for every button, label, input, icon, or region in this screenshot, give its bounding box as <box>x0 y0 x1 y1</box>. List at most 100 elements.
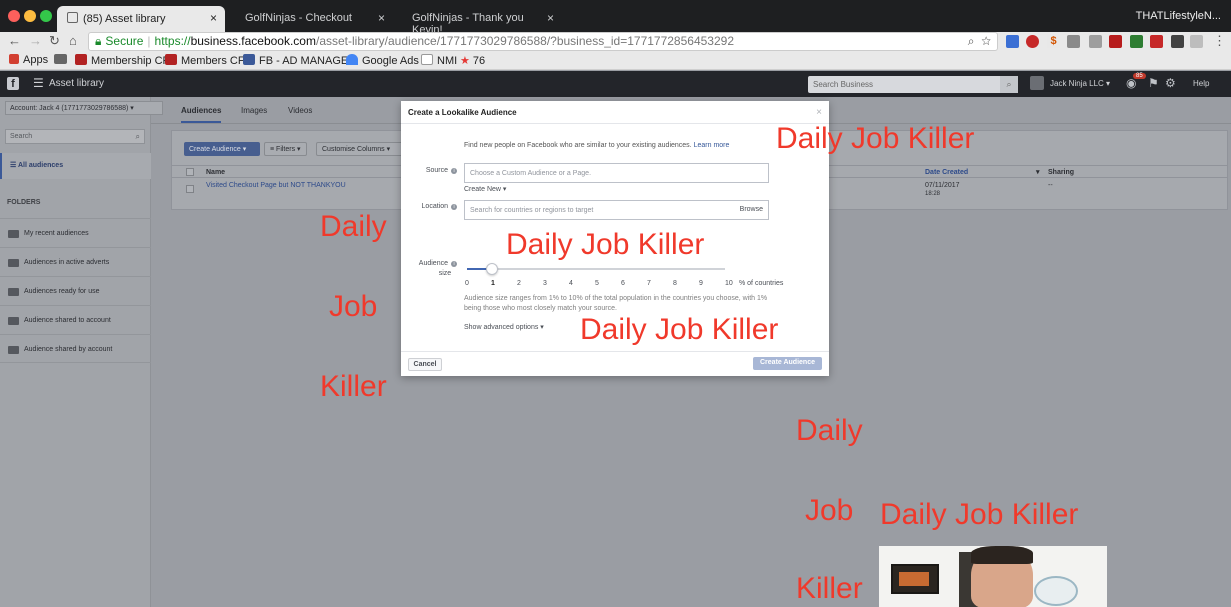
maximize-window-icon[interactable] <box>40 10 52 22</box>
sidebar-folder-shared-by[interactable]: Audience shared by account <box>0 334 151 363</box>
column-sharing[interactable]: Sharing <box>1048 169 1074 176</box>
chevron-down-icon: ▾ <box>540 324 544 331</box>
create-new-dropdown[interactable]: Create New ▾ <box>464 185 506 193</box>
bookmark-folder[interactable] <box>54 54 71 66</box>
tab-images[interactable]: Images <box>241 106 267 115</box>
bookmark-members-cf[interactable]: Members CF <box>165 54 245 67</box>
browser-tab-bar: (85) Asset library × GolfNinjas - Checko… <box>0 0 1231 36</box>
sort-icon[interactable]: ▾ <box>1036 168 1040 176</box>
business-avatar[interactable] <box>1030 76 1044 90</box>
sidebar-folder-ready[interactable]: Audiences ready for use <box>0 276 151 305</box>
extension-icon[interactable] <box>1089 35 1102 48</box>
info-icon[interactable]: i <box>451 261 457 267</box>
asset-sidebar: Account: Jack 4 (1771773029786588) ▾ Sea… <box>0 97 163 607</box>
tab-audiences[interactable]: Audiences <box>181 106 222 123</box>
bookmark-76[interactable]: ★ 76 <box>460 54 485 67</box>
list-icon: ☰ <box>10 162 17 169</box>
dollar-extension-icon[interactable]: $ <box>1047 35 1060 48</box>
extension-icon[interactable] <box>1130 35 1143 48</box>
sidebar-folder-recent[interactable]: My recent audiences <box>0 218 151 247</box>
source-input[interactable]: Choose a Custom Audience or a Page. <box>464 163 769 183</box>
tab-golfninjas-checkout[interactable]: GolfNinjas - Checkout × <box>235 6 393 32</box>
tab-asset-library[interactable]: (85) Asset library × <box>57 6 225 32</box>
zoom-icon[interactable]: ⌕ <box>968 34 975 48</box>
extension-icon[interactable] <box>1190 35 1203 48</box>
wall-picture <box>891 564 939 594</box>
close-tab-icon[interactable]: × <box>378 11 385 25</box>
column-name[interactable]: Name <box>206 169 225 176</box>
presenter-hair <box>971 546 1033 564</box>
browser-menu-icon[interactable]: ⋮ <box>1213 33 1226 49</box>
show-advanced-options-link[interactable]: Show advanced options ▾ <box>464 323 544 331</box>
row-time: 18:28 <box>925 191 941 197</box>
tab-golfninjas-thank-you[interactable]: GolfNinjas - Thank you Kevin! × <box>402 6 562 36</box>
account-selector[interactable]: Account: Jack 4 (1771773029786588) ▾ <box>5 101 163 115</box>
url-scheme: https:// <box>154 34 191 48</box>
folder-icon <box>8 259 19 267</box>
url-bar[interactable]: 🔒︎ Secure | https://business.facebook.com/a… <box>88 32 998 51</box>
audience-size-slider-handle[interactable] <box>486 263 498 275</box>
reload-icon[interactable]: ↻ <box>49 33 60 49</box>
audience-size-slider-track[interactable] <box>467 268 725 270</box>
slider-tick-label: 3 <box>543 280 547 287</box>
sidebar-item-all-audiences[interactable]: ☰ All audiences <box>0 153 151 179</box>
cancel-button[interactable]: Cancel <box>408 358 442 371</box>
folder-icon <box>8 230 19 238</box>
close-tab-icon[interactable]: × <box>210 11 217 25</box>
extension-icon[interactable] <box>1006 35 1019 48</box>
google-ads-icon <box>346 54 358 65</box>
extension-icon[interactable] <box>1150 35 1163 48</box>
watermark-text: Daily Job Killer <box>776 122 975 155</box>
create-audience-submit-button[interactable]: Create Audience <box>753 357 822 370</box>
facebook-logo-icon[interactable]: f <box>7 77 19 90</box>
row-checkbox[interactable] <box>186 185 194 193</box>
learn-more-link[interactable]: Learn more <box>694 142 730 149</box>
extension-icon[interactable] <box>1171 35 1184 48</box>
bookmark-nmi[interactable]: NMI <box>421 54 457 67</box>
help-link[interactable]: Help <box>1193 79 1209 88</box>
notification-badge: 85 <box>1133 73 1146 79</box>
forward-arrow-icon[interactable]: → <box>29 33 42 48</box>
cf-icon <box>165 54 177 65</box>
flag-icon[interactable]: ⚑ <box>1148 76 1159 90</box>
customise-columns-button[interactable]: Customise Columns ▾ <box>316 142 406 156</box>
bookmark-star-icon[interactable]: ☆ <box>981 34 991 48</box>
bookmark-apps[interactable]: Apps <box>9 54 48 66</box>
adblock-icon[interactable] <box>1026 35 1039 48</box>
extension-icon[interactable] <box>1109 35 1122 48</box>
filters-button[interactable]: ≡ Filters ▾ <box>264 142 307 156</box>
select-all-checkbox[interactable] <box>186 168 194 176</box>
create-audience-button[interactable]: Create Audience ▾ <box>184 142 260 156</box>
gear-icon[interactable]: ⚙ <box>1165 76 1176 90</box>
bookmark-google-ads[interactable]: Google Ads <box>346 54 419 67</box>
section-title: Asset library <box>49 78 105 89</box>
back-arrow-icon[interactable]: ← <box>8 33 21 48</box>
bookmark-fb-ad-manager[interactable]: FB - AD MANAGER <box>243 54 356 67</box>
business-account-name[interactable]: Jack Ninja LLC ▾ <box>1050 79 1110 88</box>
hamburger-menu-icon[interactable]: ☰ <box>33 76 44 90</box>
business-search-input[interactable]: Search Business ⌕ <box>808 76 1018 93</box>
column-date-created[interactable]: Date Created <box>925 169 968 176</box>
extension-icon[interactable] <box>1067 35 1080 48</box>
info-icon[interactable]: i <box>451 168 457 174</box>
sidebar-folder-shared-to[interactable]: Audience shared to account <box>0 305 151 334</box>
sidebar-folder-active-adverts[interactable]: Audiences in active adverts <box>0 247 151 276</box>
browse-button[interactable]: Browse <box>740 206 763 213</box>
home-icon[interactable]: ⌂ <box>69 33 77 48</box>
search-icon[interactable]: ⌕ <box>1000 76 1018 93</box>
tab-videos[interactable]: Videos <box>288 106 312 115</box>
browser-profile-name[interactable]: THATLifestyleN... <box>1136 10 1221 22</box>
sidebar-search-input[interactable]: Search ⌕ <box>5 129 145 144</box>
slider-tick-label: 8 <box>673 280 677 287</box>
close-window-icon[interactable] <box>8 10 20 22</box>
bookmark-membership-cf[interactable]: Membership CF <box>75 54 169 67</box>
close-tab-icon[interactable]: × <box>547 11 554 25</box>
info-icon[interactable]: i <box>451 204 457 210</box>
location-search-input[interactable]: Search for countries or regions to targe… <box>464 200 769 220</box>
page-icon <box>421 54 433 65</box>
minimize-window-icon[interactable] <box>24 10 36 22</box>
close-icon[interactable]: × <box>816 107 822 118</box>
audience-name-link[interactable]: Visited Checkout Page but NOT THANKYOU <box>206 182 346 189</box>
page-icon <box>243 54 255 65</box>
fb-business-header: f ☰ Asset library Search Business ⌕ Jack… <box>0 71 1231 97</box>
